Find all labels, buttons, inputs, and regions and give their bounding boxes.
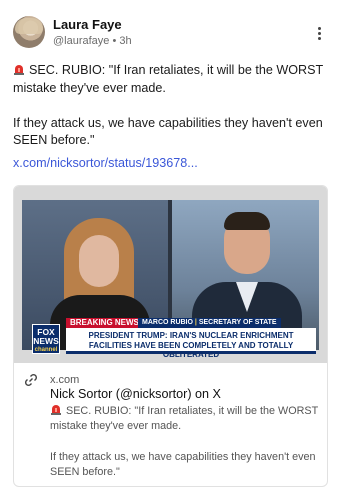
- post-text-line1: SEC. RUBIO: "If Iran retaliates, it will…: [13, 63, 323, 95]
- card-domain-row: x.com: [24, 373, 79, 387]
- link-preview-card[interactable]: FOX NEWS channel BREAKING NEWS MARCO RUB…: [13, 185, 328, 487]
- more-vertical-icon[interactable]: [311, 22, 327, 44]
- author-handle-time: @laurafaye • 3h: [53, 35, 132, 47]
- fox-news-logo: FOX NEWS channel: [32, 324, 60, 354]
- social-post: Laura Faye @laurafaye • 3h SEC. RUBIO: "…: [0, 0, 341, 500]
- preview-image[interactable]: FOX NEWS channel BREAKING NEWS MARCO RUB…: [14, 186, 327, 363]
- chyron-headline: PRESIDENT TRUMP: IRAN'S NUCLEAR ENRICHME…: [66, 328, 316, 359]
- card-domain: x.com: [50, 374, 80, 386]
- siren-icon: [14, 65, 24, 75]
- card-title[interactable]: Nick Sortor (@nicksortor) on X: [50, 387, 221, 401]
- author-avatar[interactable]: [13, 16, 45, 48]
- card-description: SEC. RUBIO: "If Iran retaliates, it will…: [50, 405, 319, 478]
- post-link[interactable]: x.com/nicksortor/status/193678...: [13, 156, 198, 170]
- author-name[interactable]: Laura Faye: [53, 17, 122, 32]
- siren-icon: [51, 405, 61, 415]
- speaker-label: MARCO RUBIO | SECRETARY OF STATE: [138, 318, 281, 328]
- post-text-line2: If they attack us, we have capabilities …: [13, 115, 323, 148]
- post-text: SEC. RUBIO: "If Iran retaliates, it will…: [13, 62, 333, 167]
- link-icon: [24, 373, 38, 387]
- news-chyron: FOX NEWS channel BREAKING NEWS MARCO RUB…: [22, 318, 319, 359]
- breaking-news-label: BREAKING NEWS: [66, 318, 143, 328]
